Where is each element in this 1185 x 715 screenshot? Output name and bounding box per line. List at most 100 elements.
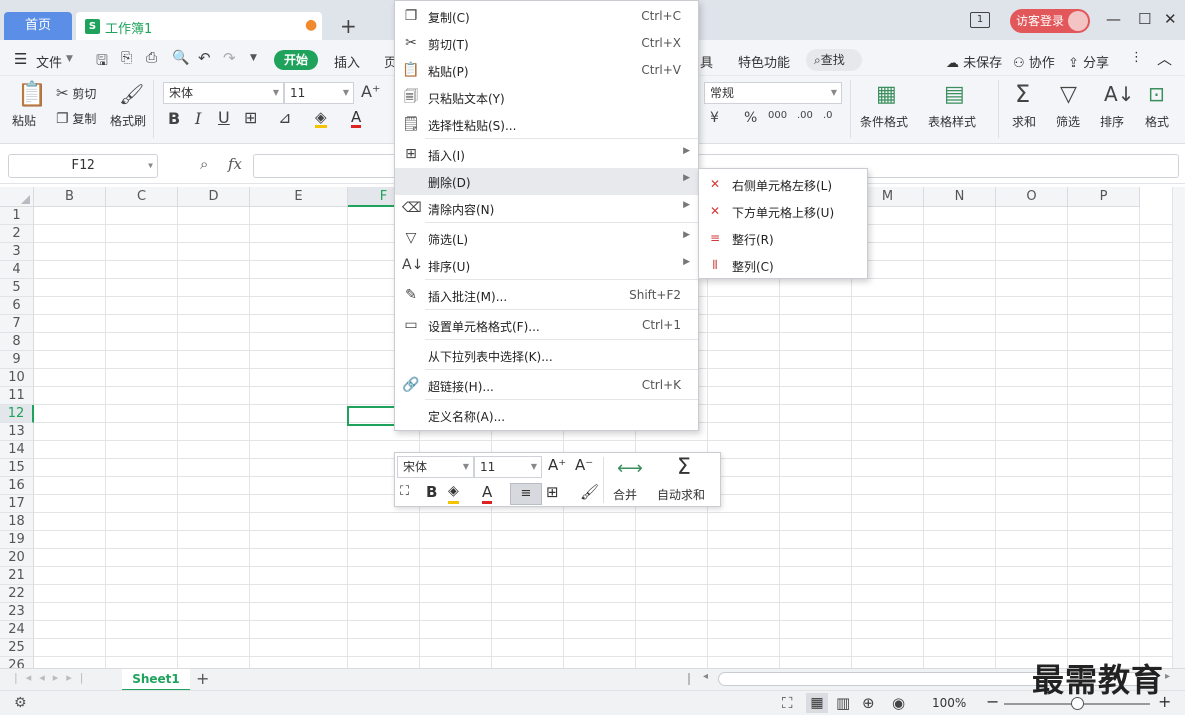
format-painter-icon[interactable]: 🖌 xyxy=(119,82,144,106)
save-icon[interactable]: 🖫 xyxy=(96,50,108,74)
decrease-decimal-icon[interactable]: .0 xyxy=(823,110,833,121)
mini-border-icon[interactable]: ⊞ xyxy=(546,483,559,501)
row-header-10[interactable]: 10 xyxy=(0,369,34,387)
redo-icon[interactable]: ↷ xyxy=(223,49,236,67)
menu-start[interactable]: 开始 xyxy=(274,50,318,70)
row-header-9[interactable]: 9 xyxy=(0,351,34,369)
thousands-icon[interactable]: 000 xyxy=(768,110,787,121)
row-header-26[interactable]: 26 xyxy=(0,657,34,668)
column-header-b[interactable]: B xyxy=(34,187,106,207)
row-header-13[interactable]: 13 xyxy=(0,423,34,441)
column-header-o[interactable]: O xyxy=(996,187,1068,207)
row-header-12[interactable]: 12 xyxy=(0,405,34,423)
tab-workbook[interactable]: S 工作簿1 ● xyxy=(76,12,322,40)
increase-decimal-icon[interactable]: .00 xyxy=(797,110,813,121)
table-style-button[interactable]: 表格样式 xyxy=(928,113,976,130)
context-menu-item-5[interactable]: 🗒 选择性粘贴(S)... xyxy=(395,111,698,138)
hamburger-icon[interactable]: ☰ xyxy=(14,50,27,68)
zoom-search-icon[interactable]: ⌕ xyxy=(200,155,208,173)
submenu-item-2[interactable]: ✕ 下方单元格上移(U) xyxy=(699,198,867,225)
mini-select-icon[interactable]: ⛶ xyxy=(400,484,409,499)
autosum-icon[interactable]: Σ xyxy=(677,455,691,480)
mini-font-color-icon[interactable]: A xyxy=(482,483,493,504)
fx-icon[interactable]: fx xyxy=(228,155,242,173)
context-menu-item-13[interactable]: 从下拉列表中选择(K)... xyxy=(395,342,698,369)
search-button[interactable]: ⌕查找 xyxy=(806,49,862,71)
row-header-22[interactable]: 22 xyxy=(0,585,34,603)
copy-button[interactable]: ❐ 复制 xyxy=(56,110,96,127)
row-header-7[interactable]: 7 xyxy=(0,315,34,333)
share-button[interactable]: ⇪ 分享 xyxy=(1068,52,1109,71)
collab-button[interactable]: ⚇ 协作 xyxy=(1013,52,1055,71)
column-header-n[interactable]: N xyxy=(924,187,996,207)
row-header-8[interactable]: 8 xyxy=(0,333,34,351)
context-menu-item-2[interactable]: ✂ 剪切(T) Ctrl+X xyxy=(395,30,698,57)
currency-icon[interactable]: ¥ xyxy=(710,110,719,126)
sum-icon[interactable]: Σ xyxy=(1015,80,1030,108)
row-header-25[interactable]: 25 xyxy=(0,639,34,657)
increase-font-icon[interactable]: A⁺ xyxy=(361,82,380,101)
merge-button[interactable]: 合并 xyxy=(613,486,637,503)
context-menu-item-11[interactable]: ✎ 插入批注(M)... Shift+F2 xyxy=(395,282,698,309)
context-menu-item-9[interactable]: ▽ 筛选(L) ▶ xyxy=(395,225,698,252)
submenu-item-4[interactable]: ⫴ 整列(C) xyxy=(699,252,867,279)
cut-button[interactable]: ✂ 剪切 xyxy=(56,84,96,102)
row-header-19[interactable]: 19 xyxy=(0,531,34,549)
sort-button[interactable]: 排序 xyxy=(1100,113,1124,130)
row-header-6[interactable]: 6 xyxy=(0,297,34,315)
row-header-21[interactable]: 21 xyxy=(0,567,34,585)
row-header-3[interactable]: 3 xyxy=(0,243,34,261)
fullscreen-icon[interactable]: ⛶ xyxy=(782,694,793,712)
menu-insert[interactable]: 插入 xyxy=(334,52,360,71)
font-name-select[interactable]: 宋体 ▼ xyxy=(163,82,284,104)
login-button[interactable]: 访客登录 xyxy=(1010,9,1090,33)
context-menu-item-6[interactable]: ⊞ 插入(I) ▶ xyxy=(395,141,698,168)
row-header-20[interactable]: 20 xyxy=(0,549,34,567)
column-header-c[interactable]: C xyxy=(106,187,178,207)
page-view-icon[interactable]: ▥ xyxy=(836,694,850,712)
column-header-p[interactable]: P xyxy=(1068,187,1140,207)
maximize-icon[interactable]: ☐ xyxy=(1138,10,1151,28)
mini-font-name-select[interactable]: 宋体 ▼ xyxy=(397,456,474,478)
submenu-item-3[interactable]: ≡ 整行(R) xyxy=(699,225,867,252)
print-preview-icon[interactable]: 🔍 xyxy=(172,50,189,66)
conditional-format-button[interactable]: 条件格式 xyxy=(860,113,908,130)
normal-view-icon[interactable]: ▦ xyxy=(806,693,828,713)
page-break-view-icon[interactable]: ⊕ xyxy=(862,694,875,712)
format-button[interactable]: 格式 xyxy=(1145,113,1169,130)
autosum-button[interactable]: 自动求和 xyxy=(657,486,705,503)
fill-color-icon[interactable]: ◈ xyxy=(315,108,327,128)
mini-fill-color-icon[interactable]: ◈ xyxy=(448,483,459,504)
context-menu-item-12[interactable]: ▭ 设置单元格格式(F)... Ctrl+1 xyxy=(395,312,698,339)
context-menu-item-1[interactable]: ❐ 复制(C) Ctrl+C xyxy=(395,3,698,30)
submenu-item-1[interactable]: ✕ 右侧单元格左移(L) xyxy=(699,171,867,198)
filter-button[interactable]: 筛选 xyxy=(1056,113,1080,130)
select-all-corner[interactable] xyxy=(0,187,34,207)
minimize-icon[interactable]: — xyxy=(1106,10,1121,28)
italic-icon[interactable]: I xyxy=(195,109,201,128)
row-header-17[interactable]: 17 xyxy=(0,495,34,513)
row-header-16[interactable]: 16 xyxy=(0,477,34,495)
mini-format-painter-icon[interactable]: 🖌 xyxy=(580,483,599,501)
row-header-1[interactable]: 1 xyxy=(0,207,34,225)
mini-align-center-icon[interactable]: ≡ xyxy=(510,483,542,505)
sum-button[interactable]: 求和 xyxy=(1012,113,1036,130)
row-header-14[interactable]: 14 xyxy=(0,441,34,459)
paste-icon[interactable]: 📋 xyxy=(17,80,47,108)
row-header-11[interactable]: 11 xyxy=(0,387,34,405)
font-size-select[interactable]: 11 ▼ xyxy=(284,82,354,104)
tab-home[interactable]: 首页 xyxy=(4,12,72,40)
zoom-out-button[interactable]: − xyxy=(986,692,999,711)
eye-protection-icon[interactable]: ◉ xyxy=(892,694,905,712)
context-menu-item-14[interactable]: 🔗 超链接(H)... Ctrl+K xyxy=(395,372,698,399)
menu-file[interactable]: 文件 xyxy=(36,52,62,71)
zoom-level[interactable]: 100% xyxy=(932,696,966,710)
unsaved-button[interactable]: ☁ 未保存 xyxy=(946,52,1002,71)
row-header-18[interactable]: 18 xyxy=(0,513,34,531)
bold-icon[interactable]: B xyxy=(168,109,180,128)
macro-icon[interactable]: ⚙ xyxy=(14,695,27,711)
underline-icon[interactable]: U xyxy=(218,108,230,127)
context-menu-item-7[interactable]: 删除(D) ▶ xyxy=(395,168,698,195)
vertical-scrollbar[interactable] xyxy=(1172,187,1185,668)
add-sheet-button[interactable]: + xyxy=(196,669,209,688)
